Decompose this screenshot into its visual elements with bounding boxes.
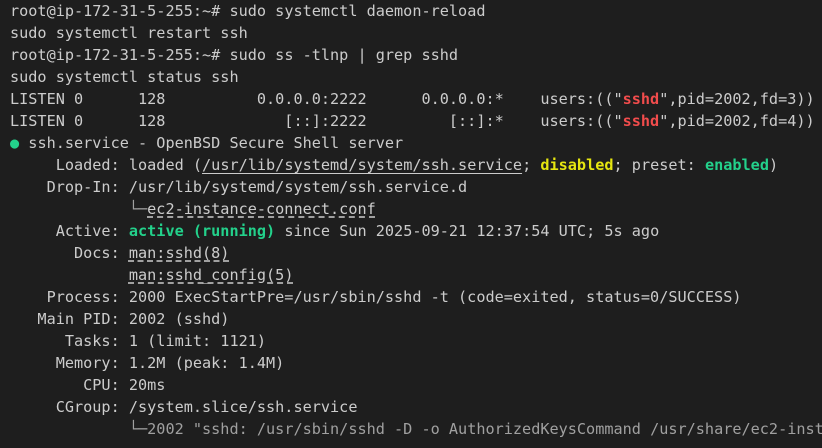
active-status: active (running) [128, 222, 276, 240]
separator: ; [522, 156, 541, 174]
process-info: Process: 2000 ExecStartPre=/usr/sbin/ssh… [10, 288, 742, 306]
service-title: ssh.service - OpenBSD Secure Shell serve… [19, 134, 404, 152]
socket-info-end: ",pid=2002,fd=3)) [659, 90, 815, 108]
socket-info-end: ",pid=2002,fd=4)) [659, 112, 815, 130]
tasks-info: Tasks: 1 (limit: 1121) [10, 332, 267, 350]
terminal-line-11: Active: active (running) since Sun 2025-… [10, 220, 822, 242]
terminal-line-5: LISTEN 0 128 0.0.0.0:2222 0.0.0.0:* user… [10, 88, 822, 110]
process-name-highlight: sshd [622, 112, 660, 130]
output-text: sudo systemctl restart ssh [10, 24, 248, 42]
output-text: sudo systemctl status ssh [10, 68, 239, 86]
terminal-line-17: Memory: 1.2M (peak: 1.4M) [10, 352, 822, 374]
terminal-line-7: ● ssh.service - OpenBSD Secure Shell ser… [10, 132, 822, 154]
close-paren: ) [768, 156, 779, 174]
terminal-line-16: Tasks: 1 (limit: 1121) [10, 330, 822, 352]
command-text: sudo ss -tlnp | grep sshd [229, 46, 459, 64]
terminal-line-14: Process: 2000 ExecStartPre=/usr/sbin/ssh… [10, 286, 822, 308]
terminal-line-3: root@ip-172-31-5-255:~# sudo ss -tlnp | … [10, 44, 822, 66]
terminal-line-4: sudo systemctl status ssh [10, 66, 822, 88]
socket-info: LISTEN 0 128 [::]:2222 [::]:* users:((" [10, 112, 623, 130]
terminal-line-8: Loaded: loaded (/usr/lib/systemd/system/… [10, 154, 822, 176]
terminal-line-6: LISTEN 0 128 [::]:2222 [::]:* users:(("s… [10, 110, 822, 132]
main-pid-info: Main PID: 2002 (sshd) [10, 310, 230, 328]
terminal-line-19: CGroup: /system.slice/ssh.service [10, 396, 822, 418]
terminal-output[interactable]: root@ip-172-31-5-255:~# sudo systemctl d… [0, 0, 822, 448]
terminal-line-12: Docs: man:sshd(8) [10, 242, 822, 264]
memory-info: Memory: 1.2M (peak: 1.4M) [10, 354, 285, 372]
cgroup-process: └─2002 "sshd: /usr/sbin/sshd -D -o Autho… [128, 420, 822, 438]
active-since: since Sun 2025-09-21 12:37:54 UTC; 5s ag… [275, 222, 660, 240]
doc-link-sshd-config[interactable]: man:sshd_config(5) [129, 266, 294, 284]
terminal-line-18: CPU: 20ms [10, 374, 822, 396]
cgroup-info: CGroup: /system.slice/ssh.service [10, 398, 358, 416]
cpu-info: CPU: 20ms [10, 376, 166, 394]
doc-link-sshd[interactable]: man:sshd(8) [129, 244, 230, 262]
disabled-state: disabled [540, 156, 614, 174]
loaded-label: Loaded: loaded ( [10, 156, 203, 174]
terminal-line-9: Drop-In: /usr/lib/systemd/system/ssh.ser… [10, 176, 822, 198]
docs-label: Docs: [10, 244, 129, 262]
active-label: Active: [10, 222, 129, 240]
enabled-state: enabled [704, 156, 769, 174]
terminal-line-15: Main PID: 2002 (sshd) [10, 308, 822, 330]
terminal-line-20: └─2002 "sshd: /usr/sbin/sshd -D -o Autho… [10, 418, 822, 440]
terminal-line-2: sudo systemctl restart ssh [10, 22, 822, 44]
socket-info: LISTEN 0 128 0.0.0.0:2222 0.0.0.0:* user… [10, 90, 623, 108]
process-name-highlight: sshd [622, 90, 660, 108]
shell-prompt: root@ip-172-31-5-255:~# [10, 46, 230, 64]
terminal-line-1: root@ip-172-31-5-255:~# sudo systemctl d… [10, 0, 822, 22]
service-status-dot-icon: ● [10, 134, 20, 152]
preset-label: ; preset: [613, 156, 705, 174]
dropin-file-link[interactable]: ec2-instance-connect.conf [147, 200, 376, 218]
unit-file-link[interactable]: /usr/lib/systemd/system/ssh.service [202, 156, 522, 174]
dropin-label: Drop-In: [10, 178, 129, 196]
terminal-line-13: man:sshd_config(5) [10, 264, 822, 286]
command-text: sudo systemctl daemon-reload [229, 2, 486, 20]
shell-prompt: root@ip-172-31-5-255:~# [10, 2, 230, 20]
dropin-path: /usr/lib/systemd/system/ssh.service.d [128, 178, 468, 196]
terminal-line-10: └─ec2-instance-connect.conf [10, 198, 822, 220]
tree-branch: └─ [10, 200, 148, 218]
